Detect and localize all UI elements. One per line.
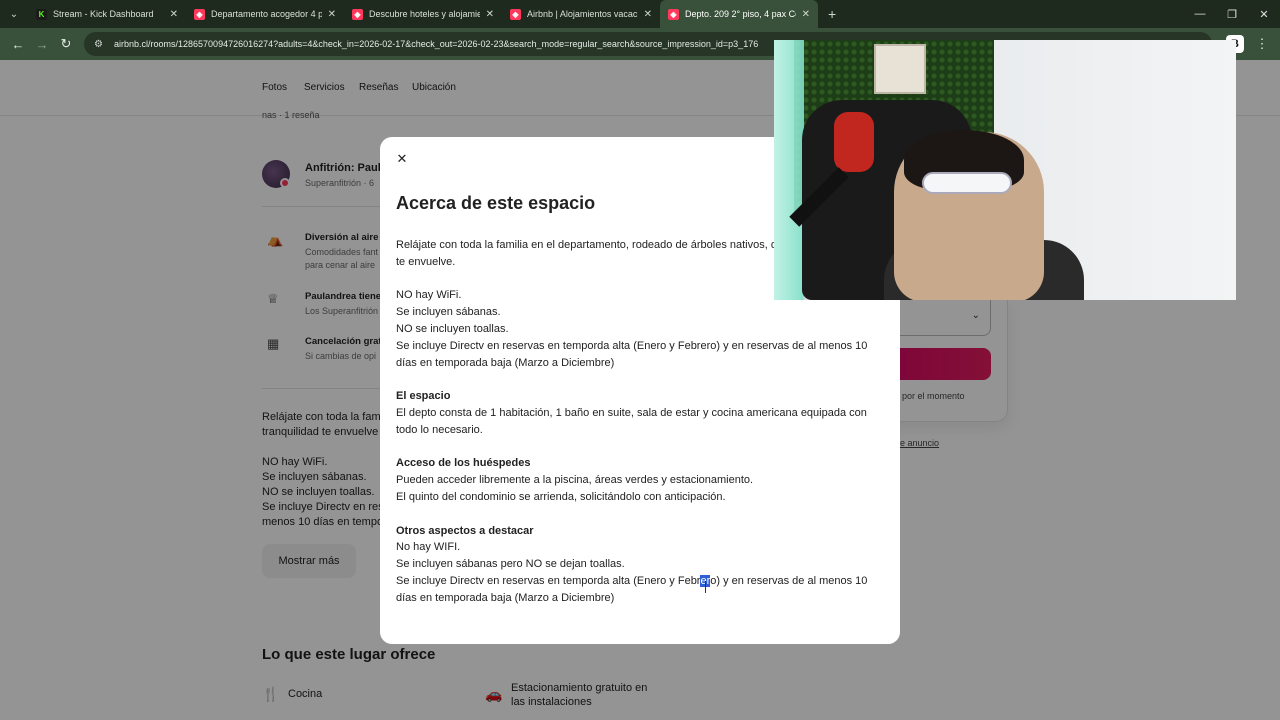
section-text: Se incluyen sábanas pero NO se dejan toa… xyxy=(396,558,625,571)
reload-icon[interactable]: ↻ xyxy=(54,32,78,56)
close-icon[interactable]: ✕ xyxy=(328,9,336,20)
section-text: No hay WIFI. xyxy=(396,541,461,554)
tab-depto-209[interactable]: ◈ Depto. 209 2° piso, 4 pax Condo ✕ xyxy=(660,0,818,28)
webcam-picture-frame xyxy=(874,44,926,94)
close-icon[interactable]: ✕ xyxy=(802,9,810,20)
new-tab-button[interactable]: + xyxy=(818,6,846,22)
back-icon[interactable]: ← xyxy=(6,32,30,56)
maximize-icon[interactable]: ❐ xyxy=(1216,0,1248,28)
section-text: Pueden acceder libremente a la piscina, … xyxy=(396,474,754,487)
tab-search-icon[interactable]: ⌄ xyxy=(0,0,28,28)
webcam-overlay xyxy=(774,40,1236,300)
note-line: Se incluyen sábanas. xyxy=(396,306,501,319)
airbnb-icon: ◈ xyxy=(352,8,363,20)
tab-title: Airbnb | Alojamientos vacacion xyxy=(527,9,638,19)
webcam-light xyxy=(774,40,804,300)
section-title: Acceso de los huéspedes xyxy=(396,457,531,470)
menu-icon[interactable]: ⋮ xyxy=(1250,32,1274,56)
close-icon[interactable]: ✕ xyxy=(486,9,494,20)
forward-icon[interactable]: → xyxy=(30,32,54,56)
kick-icon: K xyxy=(36,8,47,20)
close-icon[interactable]: ✕ xyxy=(644,9,652,20)
url-text: airbnb.cl/rooms/1286570094726016274?adul… xyxy=(114,39,759,49)
window-controls: — ❐ ✕ xyxy=(1184,0,1280,28)
tab-title: Descubre hoteles y alojamiento xyxy=(369,9,480,19)
close-icon[interactable]: ✕ xyxy=(170,9,178,20)
modal-title: Acerca de este espacio xyxy=(396,193,596,213)
section-title: El espacio xyxy=(396,390,451,403)
tab-departamento[interactable]: ◈ Departamento acogedor 4 per ✕ xyxy=(186,0,344,28)
section-text: El quinto del condominio se arrienda, so… xyxy=(396,490,726,503)
section-text: El depto consta de 1 habitación, 1 baño … xyxy=(396,406,867,436)
note-line: Se incluye Directv en reservas en tempor… xyxy=(396,339,868,369)
tab-title: Stream - Kick Dashboard xyxy=(53,9,154,19)
tab-title: Depto. 209 2° piso, 4 pax Condo xyxy=(685,9,796,19)
text-cursor-icon xyxy=(705,581,707,593)
tab-airbnb-alojamientos[interactable]: ◈ Airbnb | Alojamientos vacacion ✕ xyxy=(502,0,660,28)
tab-strip: ⌄ K Stream - Kick Dashboard ✕ ◈ Departam… xyxy=(0,0,1280,28)
tab-descubre-hoteles[interactable]: ◈ Descubre hoteles y alojamiento ✕ xyxy=(344,0,502,28)
close-window-icon[interactable]: ✕ xyxy=(1248,0,1280,28)
minimize-icon[interactable]: — xyxy=(1184,0,1216,28)
section-text: Se incluye Directv en reservas en tempor… xyxy=(396,574,868,604)
airbnb-icon: ◈ xyxy=(668,8,679,20)
tab-title: Departamento acogedor 4 per xyxy=(211,9,322,19)
note-line: NO se incluyen toallas. xyxy=(396,322,509,335)
webcam-glasses xyxy=(922,172,1012,194)
airbnb-icon: ◈ xyxy=(194,8,205,20)
site-info-icon[interactable]: ⚙ xyxy=(94,39,106,50)
airbnb-icon: ◈ xyxy=(510,8,521,20)
close-icon[interactable]: ✕ xyxy=(394,151,410,167)
tab-kick-dashboard[interactable]: K Stream - Kick Dashboard ✕ xyxy=(28,0,186,28)
webcam-chair-accent xyxy=(834,112,874,172)
section-title: Otros aspectos a destacar xyxy=(396,524,534,537)
